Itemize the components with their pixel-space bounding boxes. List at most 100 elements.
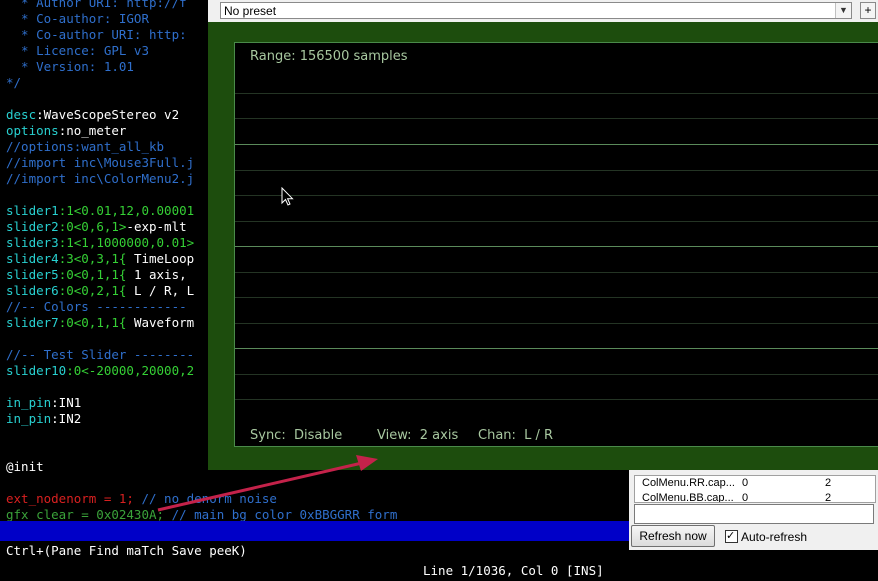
auto-refresh-checkbox[interactable]: Auto-refresh	[725, 528, 808, 545]
code-line: * Author URI: http://f	[6, 0, 187, 11]
code-token: gfx_clear = 0x02430A;	[6, 507, 172, 522]
variable-list[interactable]: ColMenu.RR.cap... 0 2 ColMenu.BB.cap... 0 2	[634, 475, 876, 503]
preset-dropdown[interactable]: No preset ▼	[220, 2, 852, 19]
code-token: :1<1,1000000,0.01>	[58, 235, 195, 250]
code-token: options	[6, 123, 59, 138]
grid-line	[235, 297, 878, 298]
code-token: :3<0,3,1{	[58, 251, 127, 266]
code-token: Waveform	[126, 315, 195, 330]
code-token: ext_nodenorm = 1;	[6, 491, 142, 506]
code-token: @init	[6, 459, 44, 474]
grid-line	[235, 399, 878, 400]
variable-watch-panel: ColMenu.RR.cap... 0 2 ColMenu.BB.cap... 0 2 R…	[629, 470, 878, 550]
code-token: -exp-mlt	[126, 219, 187, 234]
code-token: slider3	[6, 235, 59, 250]
variable-a: 0	[742, 492, 749, 503]
cursor-position: Line 1/1036, Col 0 [INS]	[423, 563, 604, 578]
code-token: :0<0,1,1{	[58, 315, 127, 330]
code-line: //-- Test Slider --------	[6, 347, 194, 363]
code-token: in_pin	[6, 411, 52, 426]
axis-line	[235, 348, 878, 349]
code-line: slider1:1<0.01,12,0.00001	[6, 203, 194, 219]
channel-setting[interactable]: Chan: L / R	[478, 428, 553, 443]
code-token: * Co-author URI: http:	[6, 27, 187, 42]
code-token: :0<0,2,1{	[58, 283, 127, 298]
code-line: //-- Colors ------------	[6, 299, 187, 315]
code-line: */	[6, 75, 21, 91]
grid-line	[235, 170, 878, 171]
code-line: ext_nodenorm = 1; // no denorm noise	[6, 491, 277, 507]
code-token: :0<0,6,1>	[58, 219, 127, 234]
code-line: in_pin:IN2	[6, 411, 81, 427]
sync-setting[interactable]: Sync: Disable	[250, 428, 342, 443]
variable-row[interactable]: ColMenu.BB.cap... 0 2	[635, 491, 875, 503]
shortcut-hint: Ctrl+(Pane Find maTch Save peeK)	[6, 543, 247, 558]
variable-name: ColMenu.BB.cap...	[642, 492, 734, 503]
preset-add-button[interactable]: +	[860, 2, 876, 19]
grid-line	[235, 195, 878, 196]
code-token: * Licence: GPL v3	[6, 43, 149, 58]
code-token: * Version: 1.01	[6, 59, 134, 74]
code-line: //import inc\ColorMenu2.j	[6, 171, 194, 187]
code-line: slider7:0<0,1,1{ Waveform	[6, 315, 194, 331]
code-token: :0<-20000,20000,2	[66, 363, 195, 378]
variable-a: 0	[742, 477, 749, 489]
grid-line	[235, 323, 878, 324]
code-line: in_pin:IN1	[6, 395, 81, 411]
mouse-cursor-icon	[281, 187, 294, 206]
axis-line	[235, 246, 878, 247]
code-token: * Co-author: IGOR	[6, 11, 149, 26]
code-token: // main bg color 0xBBGGRR form	[171, 507, 398, 522]
code-token: slider4	[6, 251, 59, 266]
code-token: :IN1	[51, 395, 82, 410]
axis-line	[235, 144, 878, 145]
code-line: desc:WaveScopeStereo v2	[6, 107, 179, 123]
code-token: :no_meter	[58, 123, 127, 138]
variable-filter-input[interactable]	[634, 504, 874, 524]
plugin-window: No preset ▼ + Range: 156500 samples Sync…	[208, 0, 878, 470]
code-line: slider3:1<1,1000000,0.01>	[6, 235, 194, 251]
code-token: desc	[6, 107, 37, 122]
code-line: @init	[6, 459, 44, 475]
code-token: * Author URI: http://f	[6, 0, 187, 10]
code-token: //-- Colors ------------	[6, 299, 187, 314]
code-token: slider7	[6, 315, 59, 330]
plugin-gfx-area[interactable]: Range: 156500 samples Sync: Disable View…	[208, 22, 878, 470]
preset-value: No preset	[224, 4, 277, 18]
refresh-now-button[interactable]: Refresh now	[631, 525, 715, 547]
code-line: * Licence: GPL v3	[6, 43, 149, 59]
code-token: in_pin	[6, 395, 52, 410]
code-line: slider10:0<-20000,20000,2	[6, 363, 194, 379]
code-token: */	[6, 75, 22, 90]
code-token: //import inc\Mouse3Full.j	[6, 155, 195, 170]
code-line: * Co-author: IGOR	[6, 11, 149, 27]
code-line: slider6:0<0,2,1{ L / R, L	[6, 283, 194, 299]
variable-name: ColMenu.RR.cap...	[642, 477, 735, 489]
code-token: //options:want_all_kb	[6, 139, 165, 154]
editor-status-bar: Ctrl+(Pane Find maTch Save peeK) Line 1/…	[0, 521, 629, 578]
code-token: slider1	[6, 203, 59, 218]
view-setting[interactable]: View: 2 axis	[377, 428, 458, 443]
chevron-down-icon[interactable]: ▼	[835, 3, 851, 18]
grid-line	[235, 374, 878, 375]
code-line: slider4:3<0,3,1{ TimeLoop	[6, 251, 194, 267]
code-token: TimeLoop	[126, 251, 195, 266]
grid-line	[235, 93, 878, 94]
variable-b: 2	[825, 477, 832, 489]
code-token: slider10	[6, 363, 67, 378]
preset-bar: No preset ▼ +	[208, 0, 878, 22]
checkmark-icon[interactable]	[725, 528, 738, 544]
code-token: 1 axis,	[126, 267, 187, 282]
auto-refresh-label: Auto-refresh	[741, 530, 808, 544]
waveform-scope[interactable]: Range: 156500 samples Sync: Disable View…	[234, 42, 878, 447]
code-line: * Version: 1.01	[6, 59, 134, 75]
variable-row[interactable]: ColMenu.RR.cap... 0 2	[635, 476, 875, 490]
code-token: slider5	[6, 267, 59, 282]
code-token: slider6	[6, 283, 59, 298]
code-line: //options:want_all_kb	[6, 139, 164, 155]
grid-line	[235, 118, 878, 119]
code-line: options:no_meter	[6, 123, 126, 139]
code-token: //-- Test Slider --------	[6, 347, 195, 362]
code-line: slider5:0<0,1,1{ 1 axis,	[6, 267, 187, 283]
code-token: :WaveScopeStereo v2	[36, 107, 180, 122]
